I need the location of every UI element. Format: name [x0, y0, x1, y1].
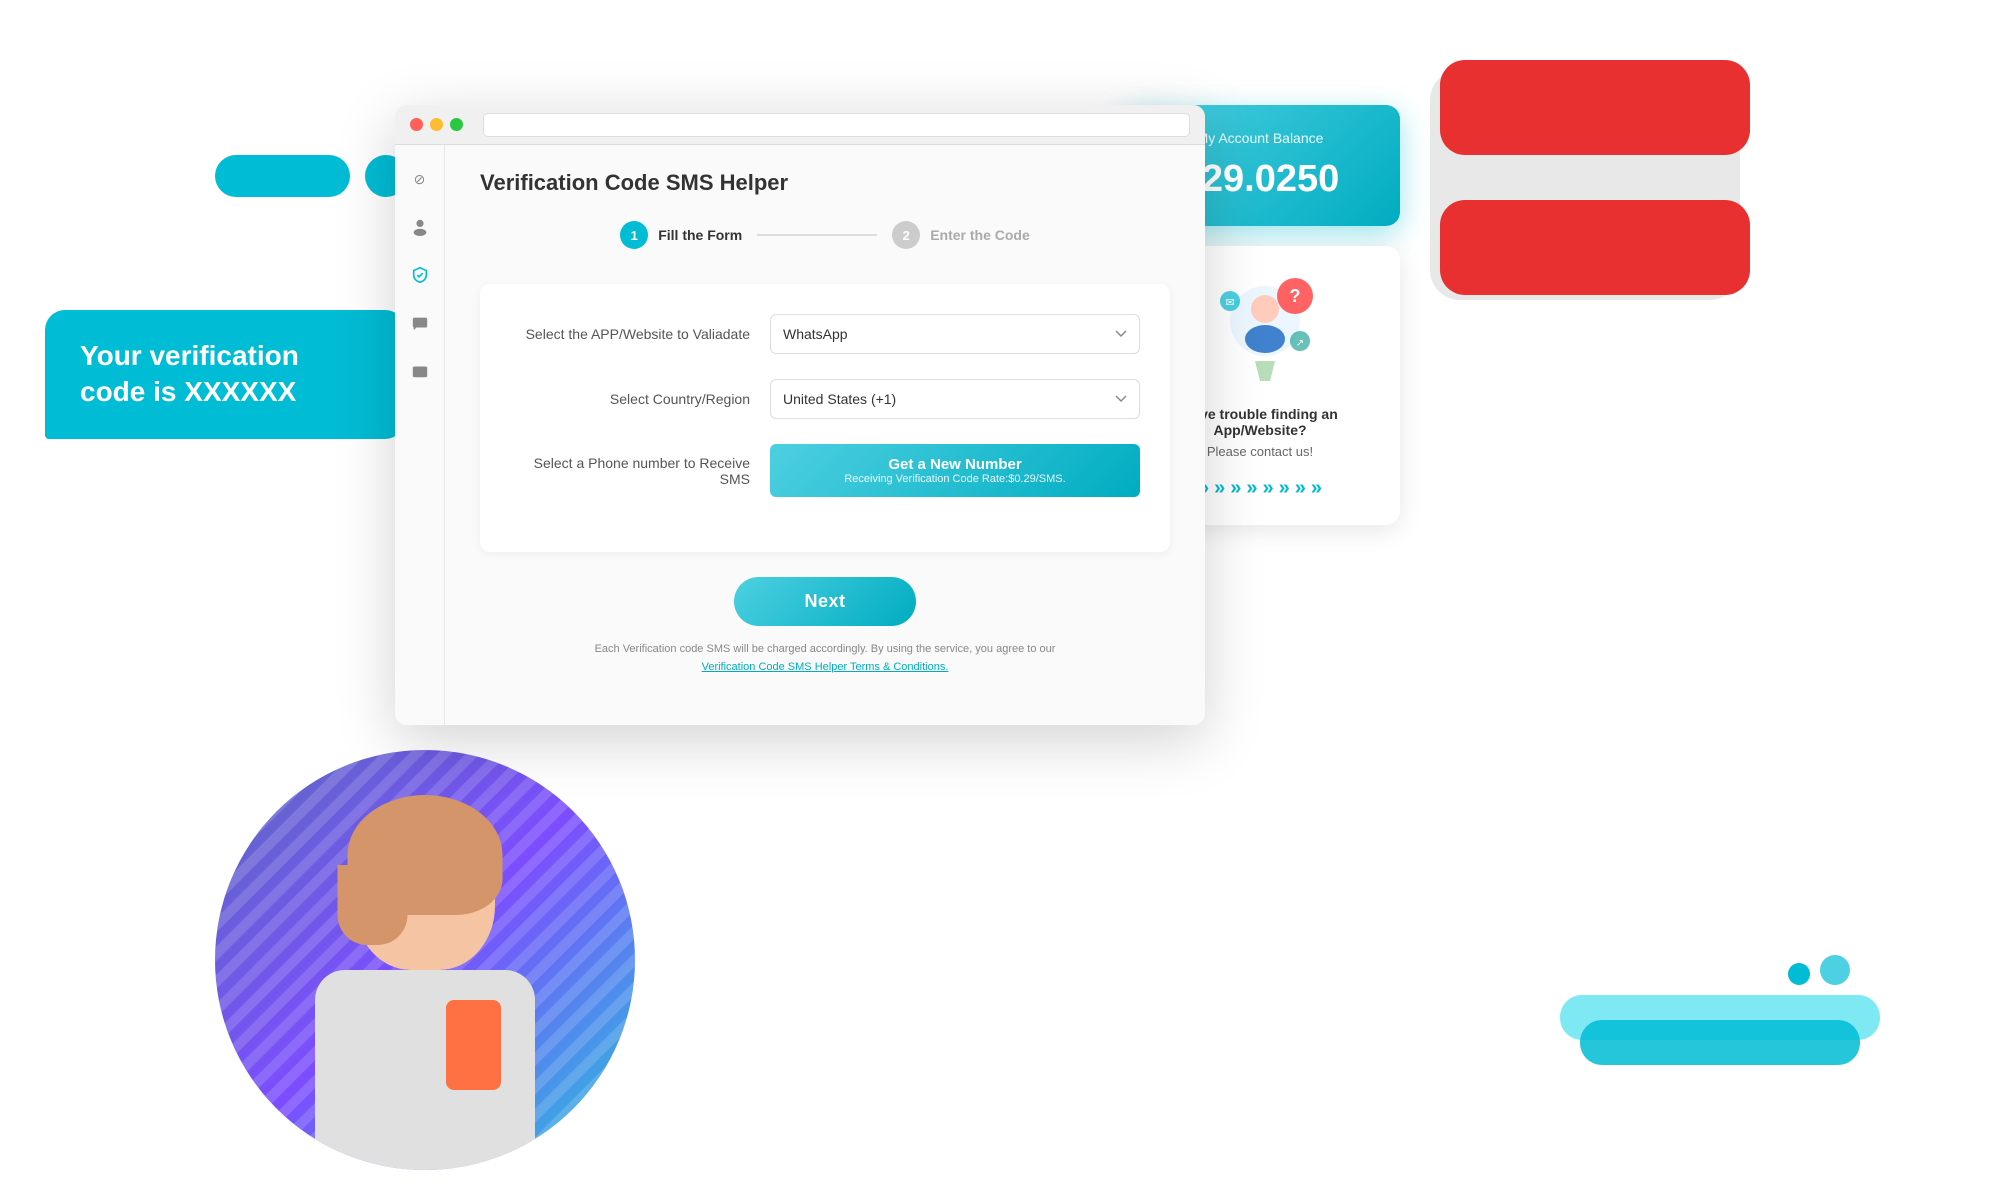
sidebar-icon-shield[interactable]: [406, 261, 434, 289]
app-select[interactable]: WhatsApp Facebook Google Instagram Twitt…: [770, 314, 1140, 354]
decorative-pill-teal: [215, 155, 350, 197]
arrow-7: »: [1295, 477, 1306, 500]
decorative-dot-blue-1: [1788, 963, 1810, 985]
sidebar-icon-person[interactable]: [406, 213, 434, 241]
browser-urlbar: [483, 113, 1190, 137]
country-label: Select Country/Region: [510, 391, 750, 407]
browser-body: ⊘ Verification Code SMS Helper 1: [395, 145, 1205, 725]
browser-titlebar: [395, 105, 1205, 145]
arrow-4: »: [1246, 477, 1257, 500]
browser-window: ⊘ Verification Code SMS Helper 1: [395, 105, 1205, 725]
phone-label: Select a Phone number to Receive SMS: [510, 455, 750, 487]
form-section: Select the APP/Website to Valiadate What…: [480, 284, 1170, 552]
step-2-label: Enter the Code: [930, 227, 1030, 243]
person-hair: [348, 795, 503, 915]
form-row-app: Select the APP/Website to Valiadate What…: [510, 314, 1140, 354]
disclaimer-text: Each Verification code SMS will be charg…: [595, 643, 1056, 655]
svg-text:?: ?: [1290, 286, 1301, 306]
arrow-3: »: [1230, 477, 1241, 500]
next-button[interactable]: Next: [734, 577, 915, 626]
arrow-2: »: [1214, 477, 1225, 500]
page-title: Verification Code SMS Helper: [480, 170, 1170, 196]
person-body: [315, 970, 535, 1170]
phone-btn-title: Get a New Number: [790, 456, 1120, 473]
bg-decoration-red-bottom: [1440, 200, 1750, 295]
sidebar-icon-location[interactable]: ⊘: [406, 165, 434, 193]
svg-text:✉: ✉: [1225, 297, 1234, 309]
get-number-button[interactable]: Get a New Number Receiving Verification …: [770, 444, 1140, 497]
browser-sidebar: ⊘: [395, 145, 445, 725]
country-select[interactable]: United States (+1) United Kingdom (+44) …: [770, 379, 1140, 419]
form-row-phone: Select a Phone number to Receive SMS Get…: [510, 444, 1140, 497]
sidebar-icon-message[interactable]: [406, 309, 434, 337]
form-row-country: Select Country/Region United States (+1)…: [510, 379, 1140, 419]
browser-dot-red[interactable]: [410, 118, 423, 131]
main-content: Verification Code SMS Helper 1 Fill the …: [445, 145, 1205, 725]
person-phone: [446, 1000, 501, 1090]
step-1: 1 Fill the Form: [620, 221, 742, 249]
browser-dot-green[interactable]: [450, 118, 463, 131]
step-2-circle: 2: [892, 221, 920, 249]
decorative-teal-shape-1: [1580, 1020, 1860, 1065]
svg-text:↗: ↗: [1296, 338, 1304, 349]
step-2: 2 Enter the Code: [892, 221, 1030, 249]
chat-bubble-text: Your verification code is XXXXXX: [80, 340, 299, 407]
chat-bubble: Your verification code is XXXXXX: [45, 310, 405, 439]
arrow-5: »: [1263, 477, 1274, 500]
browser-dots: [410, 118, 463, 131]
sidebar-icon-id[interactable]: [406, 357, 434, 385]
help-illustration: ? ✉ ↗: [1200, 271, 1320, 391]
disclaimer: Each Verification code SMS will be charg…: [480, 641, 1170, 676]
step-1-circle: 1: [620, 221, 648, 249]
bg-decoration-red-top: [1440, 60, 1750, 155]
person-silhouette: [215, 750, 635, 1170]
arrow-6: »: [1279, 477, 1290, 500]
decorative-dot-blue-2: [1820, 955, 1850, 985]
app-label: Select the APP/Website to Valiadate: [510, 326, 750, 342]
browser-dot-yellow[interactable]: [430, 118, 443, 131]
stepper: 1 Fill the Form 2 Enter the Code: [480, 221, 1170, 249]
step-1-label: Fill the Form: [658, 227, 742, 243]
phone-btn-subtitle: Receiving Verification Code Rate:$0.29/S…: [790, 473, 1120, 485]
arrow-8: »: [1311, 477, 1322, 500]
person-photo: [215, 750, 635, 1170]
disclaimer-link[interactable]: Verification Code SMS Helper Terms & Con…: [702, 661, 949, 673]
step-divider: [757, 234, 877, 236]
